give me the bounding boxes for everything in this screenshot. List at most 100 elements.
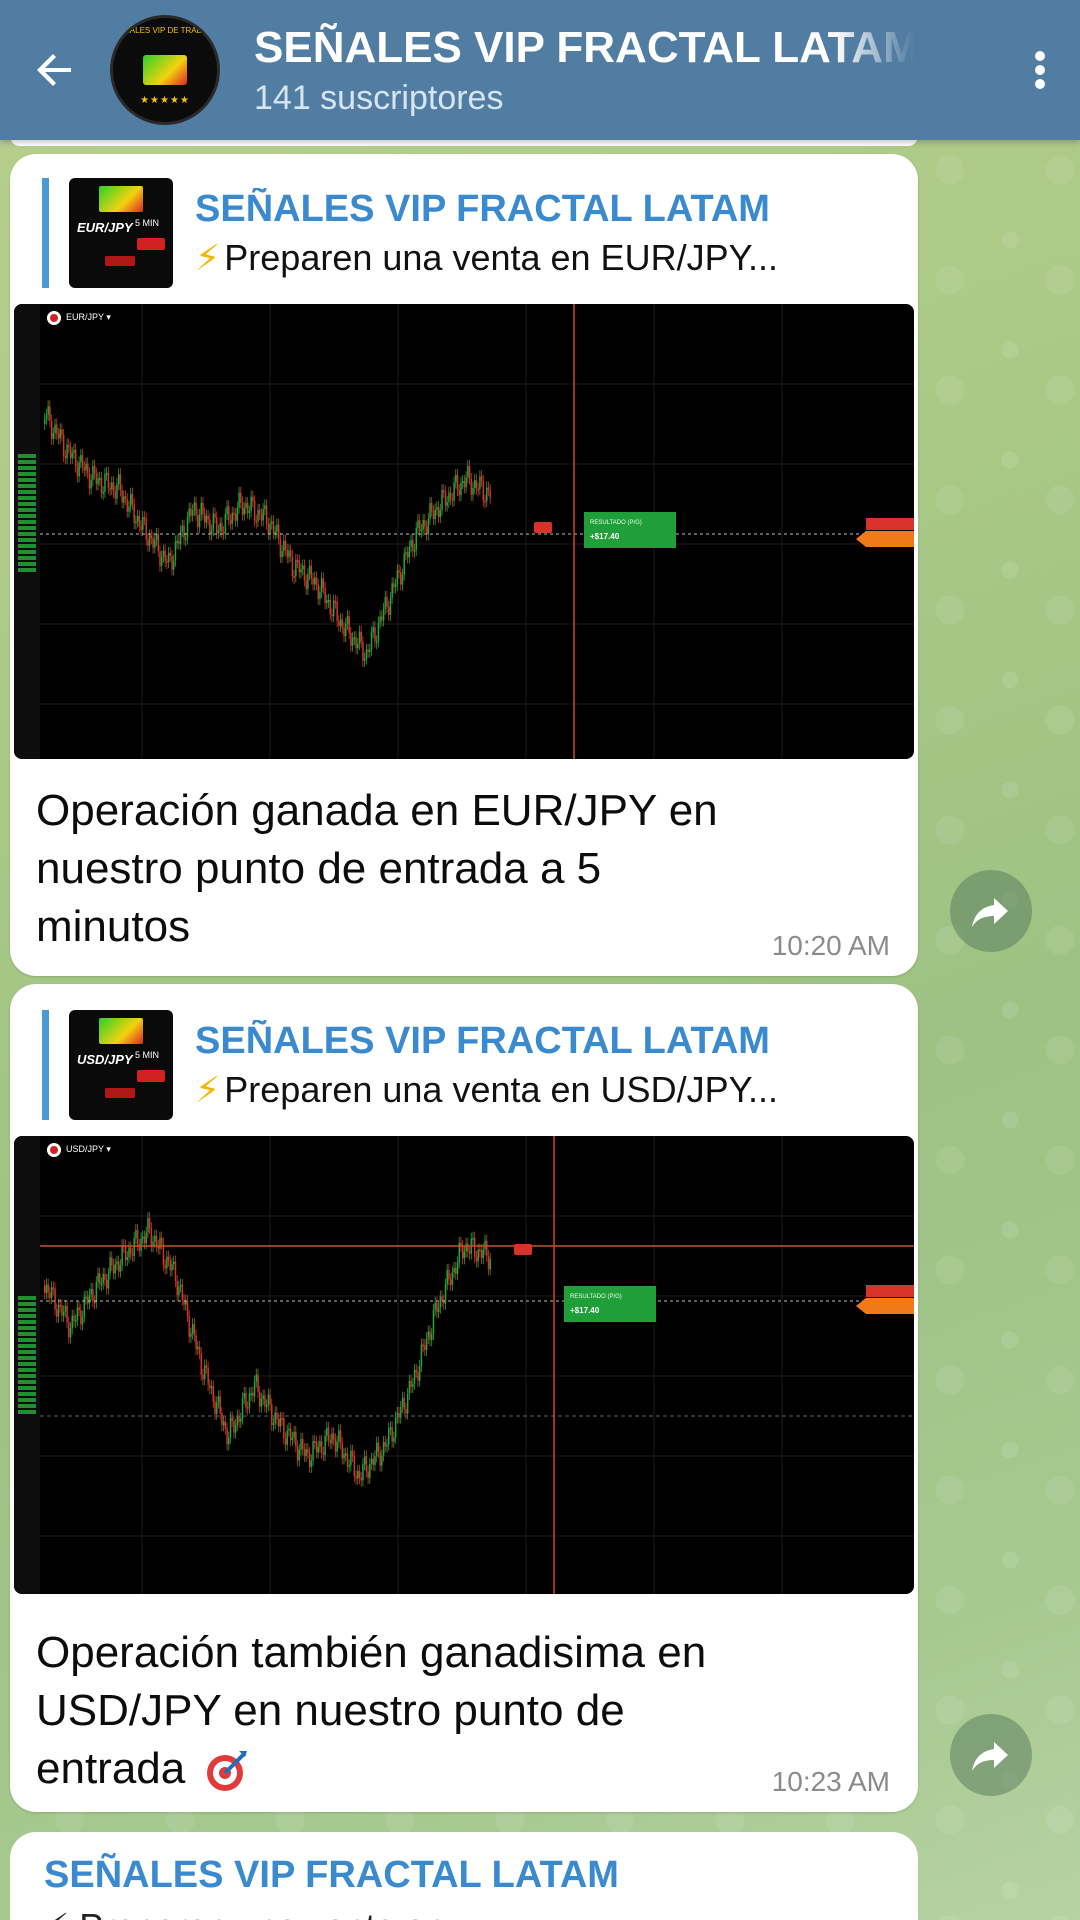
chart-image[interactable]: EUR/JPY ▾ RESULTADO (P/G) +$17.40 <box>14 304 914 759</box>
back-button[interactable] <box>0 0 110 140</box>
candle <box>202 503 204 514</box>
message-bubble[interactable]: USD/JPY 5 MIN SEÑALES VIP FRACTAL LATAM … <box>10 984 918 1812</box>
candle <box>365 649 368 659</box>
candle <box>234 513 237 521</box>
candle <box>80 1310 82 1325</box>
candle <box>465 477 467 488</box>
candle <box>477 1249 479 1262</box>
candle <box>131 1253 134 1256</box>
candle <box>446 502 448 506</box>
candle <box>157 533 160 552</box>
candle <box>331 1433 333 1444</box>
candle <box>147 539 149 546</box>
candle <box>432 511 435 520</box>
candle <box>370 632 373 650</box>
candle <box>85 1296 87 1299</box>
candle <box>475 1256 478 1262</box>
candle <box>243 1393 246 1399</box>
chart-image[interactable]: USD/JPY ▾ RESULTADO (P/G) +$17.40 <box>14 1136 914 1594</box>
candle <box>346 616 349 624</box>
candle <box>358 631 361 645</box>
candle <box>482 1249 485 1259</box>
candle <box>339 1430 342 1444</box>
candle <box>283 540 285 551</box>
candle <box>374 1456 376 1466</box>
candle <box>248 1393 251 1408</box>
reply-preview[interactable]: USD/JPY 5 MIN SEÑALES VIP FRACTAL LATAM … <box>42 1010 892 1120</box>
candle <box>487 487 490 491</box>
candle <box>195 502 197 515</box>
candle <box>224 1421 227 1429</box>
candle <box>143 1236 146 1244</box>
candle <box>198 515 201 528</box>
candle <box>102 1273 104 1284</box>
candle <box>226 1428 228 1445</box>
candle <box>479 1249 481 1252</box>
share-button[interactable] <box>950 870 1032 952</box>
candle <box>396 1412 399 1418</box>
candle <box>303 565 306 581</box>
candle <box>195 1335 197 1350</box>
candle <box>257 1374 259 1392</box>
candle <box>360 631 362 642</box>
candle <box>269 1394 271 1405</box>
channel-avatar[interactable]: SEÑALES VIP DE TRADING ★★★★★ <box>110 15 220 125</box>
message-bubble[interactable]: SEÑALES VIP FRACTAL LATAM ⚡ Preparen una… <box>10 1832 918 1920</box>
candle <box>166 561 168 564</box>
candle <box>381 1455 383 1466</box>
reply-snippet: ⚡ Preparen una venta en USD/JPY... <box>195 1068 778 1110</box>
candle <box>429 1331 431 1341</box>
channel-info[interactable]: SEÑALES VIP FRACTAL LATAM 141 suscriptor… <box>254 23 1000 118</box>
candle <box>384 1442 387 1447</box>
candle <box>222 531 225 534</box>
more-options-button[interactable] <box>1000 0 1080 140</box>
candle <box>50 1287 53 1299</box>
candle <box>388 1428 390 1445</box>
target-icon <box>207 1751 248 1792</box>
avatar-stars: ★★★★★ <box>140 95 190 106</box>
candle <box>410 1380 412 1387</box>
candle <box>317 584 319 600</box>
candle <box>265 1405 268 1408</box>
candle <box>439 1296 442 1308</box>
candle <box>355 1476 357 1479</box>
candle <box>329 599 332 615</box>
candle <box>217 1396 220 1403</box>
candle <box>259 509 261 515</box>
candle <box>312 1441 314 1461</box>
candle <box>444 491 447 506</box>
candle <box>160 556 163 566</box>
reply-preview[interactable]: EUR/JPY 5 MIN SEÑALES VIP FRACTAL LATAM … <box>42 178 892 288</box>
candle <box>410 539 412 547</box>
candle <box>336 601 338 622</box>
candle <box>322 578 325 588</box>
share-button[interactable] <box>950 1714 1032 1796</box>
candle <box>286 1430 289 1445</box>
candle <box>124 1245 127 1261</box>
candle <box>185 538 187 541</box>
message-snippet: ⚡ Preparen una venta en <box>44 1906 446 1920</box>
candle <box>262 509 264 521</box>
candle <box>121 490 123 503</box>
candle <box>451 498 454 501</box>
candle <box>64 1305 67 1312</box>
candle <box>308 565 311 575</box>
candle <box>372 1458 375 1466</box>
candle <box>298 1449 301 1461</box>
candle <box>212 1386 215 1402</box>
share-icon <box>972 1742 1008 1771</box>
candle <box>281 1417 283 1420</box>
candle <box>277 524 280 539</box>
candle <box>228 506 230 521</box>
candle <box>52 433 55 439</box>
candle <box>482 480 485 501</box>
candle <box>59 429 61 439</box>
candle <box>348 616 350 633</box>
candle <box>216 1402 218 1414</box>
message-bubble[interactable]: EUR/JPY 5 MIN SEÑALES VIP FRACTAL LATAM … <box>10 154 918 976</box>
candle <box>413 1369 416 1384</box>
candle <box>90 480 92 489</box>
candle <box>174 541 177 561</box>
candle <box>332 1433 335 1440</box>
candle <box>219 523 221 531</box>
